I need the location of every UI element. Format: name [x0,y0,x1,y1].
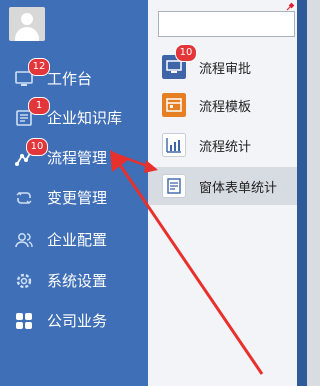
sidebar-item-label: 公司业务 [47,312,108,330]
menu-item-label: 窗体表单统计 [199,181,278,196]
menu-item-process-template[interactable]: 流程模板 [148,86,297,124]
avatar-shoulders [15,27,39,41]
chart-icon [162,133,186,157]
sidebar-item-process-management[interactable]: 10 流程管理 [0,138,148,174]
notification-badge: 10 [26,138,48,156]
sidebar-item-label: 企业知识库 [47,109,123,127]
gear-icon [16,273,32,289]
users-icon [15,233,33,248]
sidebar-item-enterprise-config[interactable]: 企业配置 [0,222,148,256]
search-input[interactable] [158,11,295,37]
form-icon [162,174,186,198]
sidebar-item-change-management[interactable]: 变更管理 [0,180,148,214]
sidebar-item-workbench[interactable]: 12 工作台 [0,58,148,95]
menu-item-process-approval[interactable]: 10 流程审批 [148,44,297,86]
avatar[interactable] [9,7,45,41]
notification-badge: 10 [175,44,197,62]
submenu-panel: 10 流程审批 流程模板 流程统计 窗体表单统计 [148,0,297,386]
menu-item-label: 流程模板 [199,100,252,115]
template-icon [162,93,186,117]
right-edge-strip [297,0,307,386]
sidebar-item-system-settings[interactable]: 系统设置 [0,263,148,297]
menu-item-process-statistics[interactable]: 流程统计 [148,126,297,164]
sidebar-item-knowledge-base[interactable]: 1 企业知识库 [0,97,148,134]
sidebar: 12 工作台 1 企业知识库 10 流程管理 变更管理 企业配置 系统设置 公司… [0,0,148,386]
sidebar-item-label: 工作台 [47,70,93,88]
sidebar-item-company-business[interactable]: 公司业务 [0,303,148,337]
change-icon [16,192,32,204]
sidebar-item-label: 系统设置 [47,272,108,290]
sidebar-item-label: 企业配置 [47,231,108,249]
avatar-head [21,13,33,25]
grid-icon [16,313,32,329]
sidebar-item-label: 变更管理 [47,189,108,207]
menu-item-form-statistics[interactable]: 窗体表单统计 [148,167,297,205]
menu-item-label: 流程统计 [199,140,252,155]
sidebar-item-label: 流程管理 [47,149,108,167]
menu-item-label: 流程审批 [199,62,252,77]
